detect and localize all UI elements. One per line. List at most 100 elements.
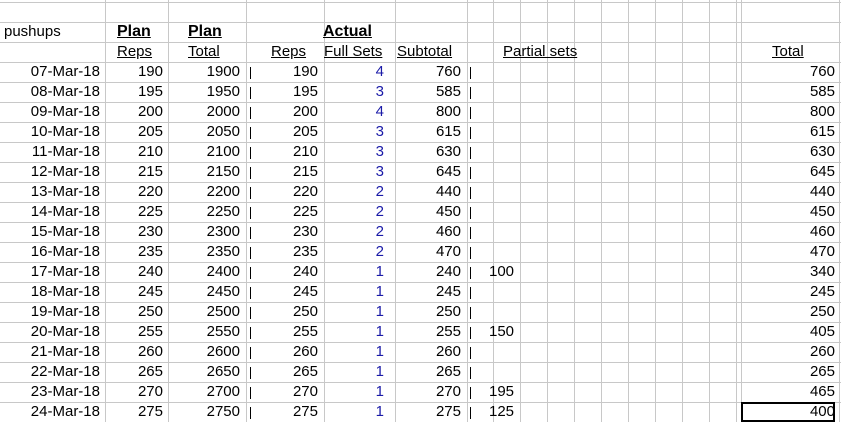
cell-total[interactable]: 585 [741, 82, 835, 102]
cell-total[interactable]: 470 [741, 242, 835, 262]
cell-reps[interactable]: 210 [246, 142, 318, 162]
cell-date[interactable]: 24-Mar-18 [6, 402, 100, 422]
cell-partial[interactable]: 100 [489, 262, 529, 282]
cell-full-sets[interactable]: 2 [324, 242, 384, 262]
cell-partial[interactable] [489, 222, 529, 242]
cell-date[interactable]: 15-Mar-18 [6, 222, 100, 242]
cell-partial[interactable] [489, 162, 529, 182]
cell-total[interactable]: 260 [741, 342, 835, 362]
cell-total[interactable]: 465 [741, 382, 835, 402]
cell-subtotal[interactable]: 245 [395, 282, 461, 302]
cell-subtotal[interactable]: 450 [395, 202, 461, 222]
cell-plan-total[interactable]: 2700 [168, 382, 240, 402]
header-full-sets[interactable]: Full Sets [324, 42, 394, 62]
cell-plan-reps[interactable]: 210 [105, 142, 163, 162]
cell-plan-reps[interactable]: 255 [105, 322, 163, 342]
cell-reps[interactable]: 205 [246, 122, 318, 142]
cell-date[interactable]: 17-Mar-18 [6, 262, 100, 282]
cell-date[interactable]: 12-Mar-18 [6, 162, 100, 182]
cell-partial[interactable] [489, 202, 529, 222]
cell-reps[interactable]: 200 [246, 102, 318, 122]
cell-partial[interactable] [489, 362, 529, 382]
cell-date[interactable]: 21-Mar-18 [6, 342, 100, 362]
cell-partial[interactable] [489, 102, 529, 122]
cell-date[interactable]: 22-Mar-18 [6, 362, 100, 382]
cell-total[interactable]: 630 [741, 142, 835, 162]
cell-reps[interactable]: 220 [246, 182, 318, 202]
cell-partial[interactable]: 125 [489, 402, 529, 422]
cell-plan-total[interactable]: 2400 [168, 262, 240, 282]
cell-subtotal[interactable]: 240 [395, 262, 461, 282]
cell-full-sets[interactable]: 1 [324, 282, 384, 302]
cell-plan-total[interactable]: 2500 [168, 302, 240, 322]
cell-reps[interactable]: 270 [246, 382, 318, 402]
header-partial-sets[interactable]: Partial sets [503, 42, 603, 62]
header-subtotal[interactable]: Subtotal [397, 42, 467, 62]
cell-full-sets[interactable]: 1 [324, 402, 384, 422]
cell-plan-reps[interactable]: 230 [105, 222, 163, 242]
cell-plan-total[interactable]: 2600 [168, 342, 240, 362]
cell-total[interactable]: 340 [741, 262, 835, 282]
cell-date[interactable]: 08-Mar-18 [6, 82, 100, 102]
cell-subtotal[interactable]: 260 [395, 342, 461, 362]
cell-total[interactable]: 265 [741, 362, 835, 382]
cell-total[interactable]: 440 [741, 182, 835, 202]
cell-plan-reps[interactable]: 235 [105, 242, 163, 262]
cell-plan-reps[interactable]: 190 [105, 62, 163, 82]
cell-plan-reps[interactable]: 205 [105, 122, 163, 142]
cell-plan-reps[interactable]: 260 [105, 342, 163, 362]
cell-subtotal[interactable]: 630 [395, 142, 461, 162]
cell-total[interactable]: 615 [741, 122, 835, 142]
cell-subtotal[interactable]: 460 [395, 222, 461, 242]
cell-partial[interactable] [489, 242, 529, 262]
header-plan-total-top[interactable]: Plan [188, 22, 248, 42]
cell-date[interactable]: 10-Mar-18 [6, 122, 100, 142]
cell-subtotal[interactable]: 615 [395, 122, 461, 142]
cell-plan-reps[interactable]: 240 [105, 262, 163, 282]
cell-subtotal[interactable]: 800 [395, 102, 461, 122]
cell-plan-total[interactable]: 2650 [168, 362, 240, 382]
cell-reps[interactable]: 265 [246, 362, 318, 382]
cell-partial[interactable] [489, 342, 529, 362]
cell-reps[interactable]: 275 [246, 402, 318, 422]
cell-full-sets[interactable]: 2 [324, 182, 384, 202]
cell-subtotal[interactable]: 250 [395, 302, 461, 322]
cell-full-sets[interactable]: 1 [324, 262, 384, 282]
cell-total[interactable]: 800 [741, 102, 835, 122]
header-plan-reps-top[interactable]: Plan [117, 22, 177, 42]
cell-subtotal[interactable]: 255 [395, 322, 461, 342]
cell-full-sets[interactable]: 1 [324, 362, 384, 382]
cell-full-sets[interactable]: 3 [324, 162, 384, 182]
cell-partial[interactable]: 195 [489, 382, 529, 402]
cell-plan-total[interactable]: 2550 [168, 322, 240, 342]
cell-date[interactable]: 16-Mar-18 [6, 242, 100, 262]
cell-plan-reps[interactable]: 220 [105, 182, 163, 202]
header-plan-total[interactable]: Total [188, 42, 248, 62]
cell-reps[interactable]: 245 [246, 282, 318, 302]
cell-partial[interactable] [489, 182, 529, 202]
cell-full-sets[interactable]: 3 [324, 82, 384, 102]
cell-plan-total[interactable]: 2100 [168, 142, 240, 162]
cell-plan-reps[interactable]: 245 [105, 282, 163, 302]
cell-subtotal[interactable]: 265 [395, 362, 461, 382]
cell-date[interactable]: 09-Mar-18 [6, 102, 100, 122]
cell-plan-total[interactable]: 1900 [168, 62, 240, 82]
cell-reps[interactable]: 250 [246, 302, 318, 322]
cell-plan-total[interactable]: 2350 [168, 242, 240, 262]
cell-plan-total[interactable]: 2300 [168, 222, 240, 242]
cell-reps[interactable]: 195 [246, 82, 318, 102]
header-actual-top[interactable]: Actual [323, 22, 393, 42]
cell-reps[interactable]: 255 [246, 322, 318, 342]
cell-total[interactable]: 760 [741, 62, 835, 82]
cell-total[interactable]: 245 [741, 282, 835, 302]
cell-total[interactable]: 460 [741, 222, 835, 242]
cell-partial[interactable] [489, 62, 529, 82]
cell-total[interactable]: 645 [741, 162, 835, 182]
cell-full-sets[interactable]: 3 [324, 142, 384, 162]
cell-date[interactable]: 23-Mar-18 [6, 382, 100, 402]
cell-full-sets[interactable]: 4 [324, 62, 384, 82]
cell-plan-reps[interactable]: 225 [105, 202, 163, 222]
cell-subtotal[interactable]: 760 [395, 62, 461, 82]
header-plan-reps[interactable]: Reps [117, 42, 177, 62]
cell-plan-reps[interactable]: 270 [105, 382, 163, 402]
